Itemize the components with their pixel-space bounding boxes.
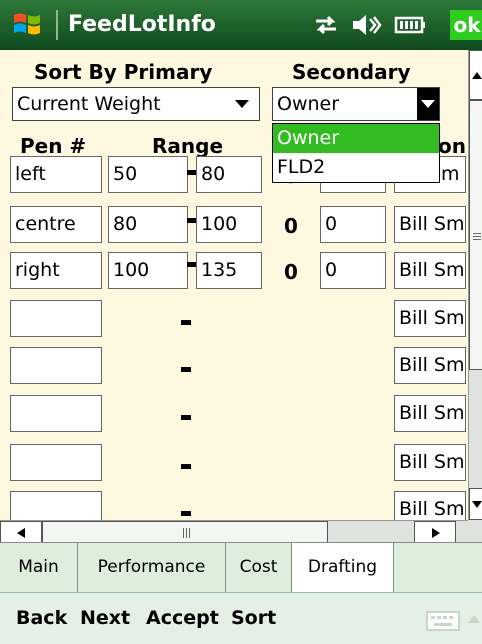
pen-name-field[interactable]: [10, 395, 102, 432]
pen-name-field[interactable]: right: [10, 252, 102, 289]
owner-header-partial: on: [438, 134, 466, 158]
scroll-left-button[interactable]: [0, 521, 42, 543]
owner-field[interactable]: Bill Sm: [394, 491, 466, 520]
owner-field[interactable]: Bill Sm: [394, 444, 466, 481]
battery-icon[interactable]: [392, 11, 428, 39]
scroll-thumb[interactable]: [469, 100, 482, 370]
tab-bar: Main Performance Cost Drafting: [0, 542, 482, 593]
count-value: 0: [284, 260, 298, 284]
accept-menu-item[interactable]: Accept: [146, 593, 219, 643]
tab-drafting[interactable]: Drafting: [292, 543, 394, 593]
scroll-up-button[interactable]: [469, 50, 482, 100]
menu-bar: Back Next Accept Sort: [0, 592, 482, 644]
range-to-field[interactable]: 80: [196, 156, 262, 193]
owner-field[interactable]: Bill Sm: [394, 252, 466, 289]
scroll-right-button[interactable]: [414, 521, 456, 543]
sort-menu-item[interactable]: Sort: [231, 593, 276, 643]
range-to-field[interactable]: 135: [196, 252, 262, 289]
connectivity-icon[interactable]: [312, 11, 340, 39]
option-fld2[interactable]: FLD2: [273, 153, 439, 182]
arrow-left-icon: [17, 528, 25, 538]
pen-name-field[interactable]: [10, 347, 102, 384]
drafting-panel: Sort By Primary Secondary Current Weight…: [0, 50, 468, 520]
arrow-up-icon: [472, 72, 482, 79]
owner-field[interactable]: Bill Sm: [394, 206, 466, 243]
range-from-field[interactable]: 100: [108, 252, 188, 289]
option-owner[interactable]: Owner: [273, 124, 439, 153]
arrow-right-icon: [432, 528, 440, 538]
arrow-down-icon: [472, 501, 482, 508]
tab-main[interactable]: Main: [0, 543, 78, 593]
ok-button[interactable]: ok: [450, 10, 482, 40]
range-header: Range: [152, 134, 224, 158]
secondary-sort-value: Owner: [277, 93, 340, 115]
volume-icon[interactable]: [350, 11, 382, 39]
back-menu-item[interactable]: Back: [16, 593, 67, 643]
windows-start-icon[interactable]: [12, 9, 42, 39]
range-dash: [181, 464, 191, 469]
tab-performance[interactable]: Performance: [78, 543, 226, 593]
value-field[interactable]: 0: [320, 206, 386, 243]
scroll-down-button[interactable]: [469, 488, 482, 520]
range-dash: [181, 511, 191, 516]
range-dash: [181, 367, 191, 372]
app-title: FeedLotInfo: [68, 12, 216, 37]
pen-name-field[interactable]: [10, 444, 102, 481]
hscroll-thumb[interactable]: [42, 521, 328, 543]
tab-cost[interactable]: Cost: [226, 543, 292, 593]
scroll-corner: [468, 520, 482, 542]
owner-field[interactable]: Bill Sm: [394, 395, 466, 432]
pen-header: Pen #: [20, 134, 87, 158]
range-dash: [181, 320, 191, 325]
secondary-sort-select[interactable]: Owner: [272, 87, 440, 121]
vertical-scrollbar[interactable]: [468, 50, 482, 520]
chevron-down-icon: [421, 100, 435, 108]
primary-sort-select[interactable]: Current Weight: [12, 87, 260, 121]
keyboard-icon[interactable]: [426, 611, 460, 631]
range-from-field[interactable]: 50: [108, 156, 188, 193]
range-dash: [181, 415, 191, 420]
chevron-up-icon[interactable]: [468, 615, 480, 623]
owner-field[interactable]: Bill Sm: [394, 300, 466, 337]
next-menu-item[interactable]: Next: [80, 593, 130, 643]
chevron-down-icon: [235, 100, 249, 108]
pen-name-field[interactable]: left: [10, 156, 102, 193]
pen-name-field[interactable]: [10, 300, 102, 337]
value-field[interactable]: 0: [320, 252, 386, 289]
sort-primary-label: Sort By Primary: [34, 60, 213, 84]
pen-name-field[interactable]: centre: [10, 206, 102, 243]
owner-field[interactable]: Bill Sm: [394, 347, 466, 384]
dropdown-button[interactable]: [417, 88, 439, 120]
pen-name-field[interactable]: [10, 491, 102, 520]
range-to-field[interactable]: 100: [196, 206, 262, 243]
secondary-label: Secondary: [292, 60, 411, 84]
horizontal-scrollbar[interactable]: [0, 520, 468, 543]
primary-sort-value: Current Weight: [17, 93, 161, 115]
secondary-sort-options: Owner FLD2: [272, 123, 440, 183]
title-separator: [56, 10, 58, 40]
count-value: 0: [284, 214, 298, 238]
range-from-field[interactable]: 80: [108, 206, 188, 243]
title-bar: FeedLotInfo ok: [0, 0, 482, 50]
